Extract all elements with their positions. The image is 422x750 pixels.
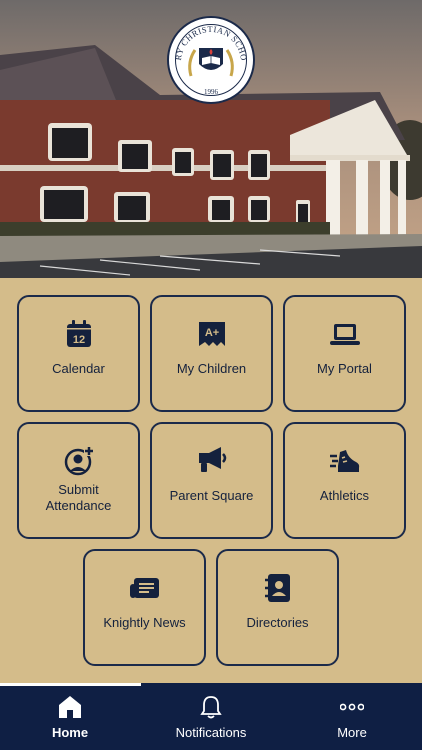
bottom-nav: Home Notifications More [0, 683, 422, 750]
nav-label: More [337, 725, 367, 740]
tile-my-children[interactable]: A+ My Children [150, 295, 273, 412]
grade-badge: A+ [204, 327, 218, 339]
tile-parent-square[interactable]: Parent Square [150, 422, 273, 539]
tile-label: Directories [246, 615, 309, 630]
bell-icon [199, 695, 223, 719]
tile-label: My Children [176, 361, 247, 376]
tile-calendar[interactable]: 12 Calendar [17, 295, 140, 412]
running-shoe-icon [329, 446, 360, 476]
nav-label: Home [51, 725, 89, 740]
newspaper-icon [129, 573, 160, 603]
hero-campus-image: CARY CHRISTIAN SCHOOL 1996 [0, 0, 422, 278]
logo-year: 1996 [204, 88, 218, 96]
nav-label: Notifications [175, 725, 247, 740]
school-logo: CARY CHRISTIAN SCHOOL 1996 [167, 16, 255, 104]
nav-home[interactable]: Home [0, 683, 140, 750]
nav-more[interactable]: More [282, 683, 422, 750]
more-dots-icon [339, 695, 365, 719]
home-icon [58, 695, 82, 719]
laptop-icon [329, 319, 360, 349]
tile-label: Parent Square [169, 488, 254, 503]
tile-label: Knightly News [103, 615, 186, 630]
calendar-day: 12 [72, 334, 84, 346]
megaphone-icon [197, 446, 227, 476]
tile-label: Athletics [319, 488, 370, 503]
feature-tiles-grid: 12 Calendar A+ My Children My Portal Sub… [0, 278, 422, 683]
tile-knightly-news[interactable]: Knightly News [83, 549, 206, 666]
calendar-icon: 12 [64, 319, 94, 349]
grade-a-plus-icon: A+ [197, 319, 227, 349]
tile-directories[interactable]: Directories [216, 549, 339, 666]
tile-submit-attendance[interactable]: Submit Attendance [17, 422, 140, 539]
tile-label: Submit Attendance [45, 482, 112, 513]
address-book-icon [263, 573, 293, 603]
tile-label: My Portal [317, 361, 372, 376]
tile-athletics[interactable]: Athletics [283, 422, 406, 539]
tile-my-portal[interactable]: My Portal [283, 295, 406, 412]
nav-notifications[interactable]: Notifications [141, 683, 281, 750]
tile-label: Calendar [52, 361, 105, 376]
user-add-icon [64, 446, 94, 476]
